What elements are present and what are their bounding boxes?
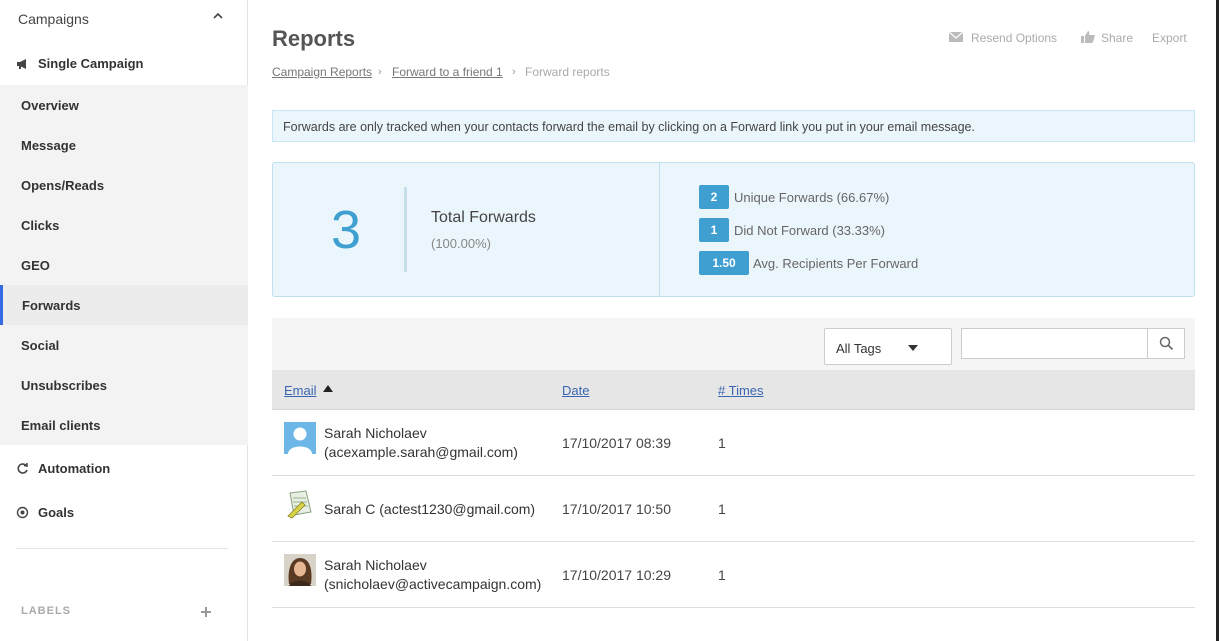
sidebar-goals-label: Goals — [38, 505, 75, 520]
plus-icon[interactable] — [200, 606, 212, 618]
breadcrumb-forward-to-friend[interactable]: Forward to a friend 1 — [392, 65, 503, 79]
sidebar-item-label: Opens/Reads — [21, 178, 105, 193]
target-icon — [16, 506, 29, 519]
table-row[interactable]: Sarah C (actest1230@gmail.com) 17/10/201… — [272, 476, 1195, 542]
total-forwards-label: Total Forwards — [431, 209, 536, 226]
sidebar-item-forwards[interactable]: Forwards — [0, 285, 248, 325]
column-email[interactable]: Email — [284, 383, 317, 398]
photo-avatar-icon — [284, 554, 316, 586]
sidebar-labels-heading: LABELS — [21, 605, 71, 617]
contact-name: Sarah C (actest1230@gmail.com) — [324, 501, 536, 517]
sidebar-item-label: Unsubscribes — [21, 378, 107, 393]
export-button[interactable]: Export — [1152, 31, 1187, 45]
forward-date: 17/10/2017 08:39 — [562, 435, 671, 451]
forwards-summary-panel: 3 Total Forwards (100.00%) 2 Unique Forw… — [272, 162, 1195, 297]
tag-filter-value: All Tags — [836, 341, 882, 356]
table-header: Email Date # Times — [272, 370, 1195, 410]
unique-forwards-badge: 2 — [699, 185, 729, 209]
sidebar-item-social[interactable]: Social — [0, 325, 248, 365]
sidebar-item-overview[interactable]: Overview — [0, 85, 248, 125]
sidebar-item-label: Social — [21, 338, 60, 353]
megaphone-icon — [17, 59, 26, 69]
sidebar-header-title: Campaigns — [18, 11, 89, 27]
sort-ascending-icon[interactable] — [323, 385, 333, 392]
forward-times: 1 — [718, 435, 726, 451]
search-box[interactable] — [961, 328, 1185, 359]
forward-date: 17/10/2017 10:50 — [562, 501, 671, 517]
resend-options-button[interactable]: Resend Options — [971, 31, 1057, 45]
sidebar-item-automation[interactable]: Automation — [0, 448, 248, 488]
contact-email: (snicholaev@activecampaign.com) — [324, 576, 542, 592]
search-button[interactable] — [1147, 329, 1184, 358]
thumbs-up-icon[interactable] — [1080, 30, 1096, 44]
forward-times: 1 — [718, 567, 726, 583]
breadcrumb-campaign-reports[interactable]: Campaign Reports — [272, 65, 372, 79]
chevron-up-icon[interactable] — [212, 10, 224, 22]
table-row[interactable]: Sarah Nicholaev (snicholaev@activecampai… — [272, 542, 1195, 608]
default-user-avatar-icon — [284, 422, 316, 454]
sidebar-item-unsubscribes[interactable]: Unsubscribes — [0, 365, 248, 405]
sidebar-item-goals[interactable]: Goals — [0, 492, 248, 532]
sidebar-item-label: Clicks — [21, 218, 60, 233]
sidebar-subnav: Overview Message Opens/Reads Clicks GEO … — [0, 85, 248, 445]
sidebar-item-opens-reads[interactable]: Opens/Reads — [0, 165, 248, 205]
sidebar-item-clicks[interactable]: Clicks — [0, 205, 248, 245]
avg-recipients-label: Avg. Recipients Per Forward — [753, 256, 919, 271]
did-not-forward-label: Did Not Forward (33.33%) — [734, 223, 885, 238]
sidebar-single-campaign[interactable]: Single Campaign — [0, 44, 248, 84]
forward-times: 1 — [718, 501, 726, 517]
share-button[interactable]: Share — [1101, 31, 1133, 45]
total-forwards-value: 3 — [331, 200, 362, 260]
search-icon — [1159, 336, 1174, 351]
column-times[interactable]: # Times — [718, 383, 764, 398]
avg-recipients-badge: 1.50 — [699, 251, 749, 275]
column-date[interactable]: Date — [562, 383, 589, 398]
envelope-icon[interactable] — [948, 30, 964, 44]
total-forwards-percent: (100.00%) — [431, 236, 491, 251]
sidebar-item-label: Forwards — [22, 298, 81, 313]
sidebar-automation-label: Automation — [38, 461, 111, 476]
summary-divider — [659, 163, 660, 296]
info-notice: Forwards are only tracked when your cont… — [272, 110, 1195, 142]
sidebar-single-campaign-label: Single Campaign — [38, 56, 144, 71]
breadcrumb-current: Forward reports — [525, 65, 610, 79]
forward-date: 17/10/2017 10:29 — [562, 567, 671, 583]
sidebar-item-label: Overview — [21, 98, 79, 113]
sidebar-item-email-clients[interactable]: Email clients — [0, 405, 248, 445]
unique-forwards-label: Unique Forwards (66.67%) — [734, 190, 890, 205]
sidebar-item-message[interactable]: Message — [0, 125, 248, 165]
sidebar-item-label: Message — [21, 138, 76, 153]
caret-down-icon — [908, 345, 918, 351]
table-row[interactable]: Sarah Nicholaev (acexample.sarah@gmail.c… — [272, 410, 1195, 476]
info-notice-text: Forwards are only tracked when your cont… — [283, 120, 975, 134]
sidebar-campaigns-header[interactable]: Campaigns — [0, 0, 248, 40]
sidebar-item-label: Email clients — [21, 418, 101, 433]
breadcrumb-separator-icon: › — [378, 66, 382, 78]
refresh-icon — [17, 463, 28, 474]
did-not-forward-badge: 1 — [699, 218, 729, 242]
sidebar-divider — [16, 548, 228, 549]
document-avatar-icon — [284, 488, 316, 520]
page-title: Reports — [272, 26, 356, 51]
sidebar: Campaigns Single Campaign Overview Messa… — [0, 0, 248, 641]
breadcrumb-separator-icon: › — [512, 66, 516, 78]
summary-divider-line — [404, 187, 407, 272]
table-toolbar: All Tags — [272, 318, 1195, 370]
sidebar-item-geo[interactable]: GEO — [0, 245, 248, 285]
contact-name: Sarah Nicholaev — [324, 557, 427, 573]
tag-filter-select[interactable]: All Tags — [824, 328, 952, 365]
sidebar-item-label: GEO — [21, 258, 50, 273]
contact-email: (acexample.sarah@gmail.com) — [324, 444, 518, 460]
search-input[interactable] — [962, 329, 1147, 358]
contact-name: Sarah Nicholaev — [324, 425, 427, 441]
